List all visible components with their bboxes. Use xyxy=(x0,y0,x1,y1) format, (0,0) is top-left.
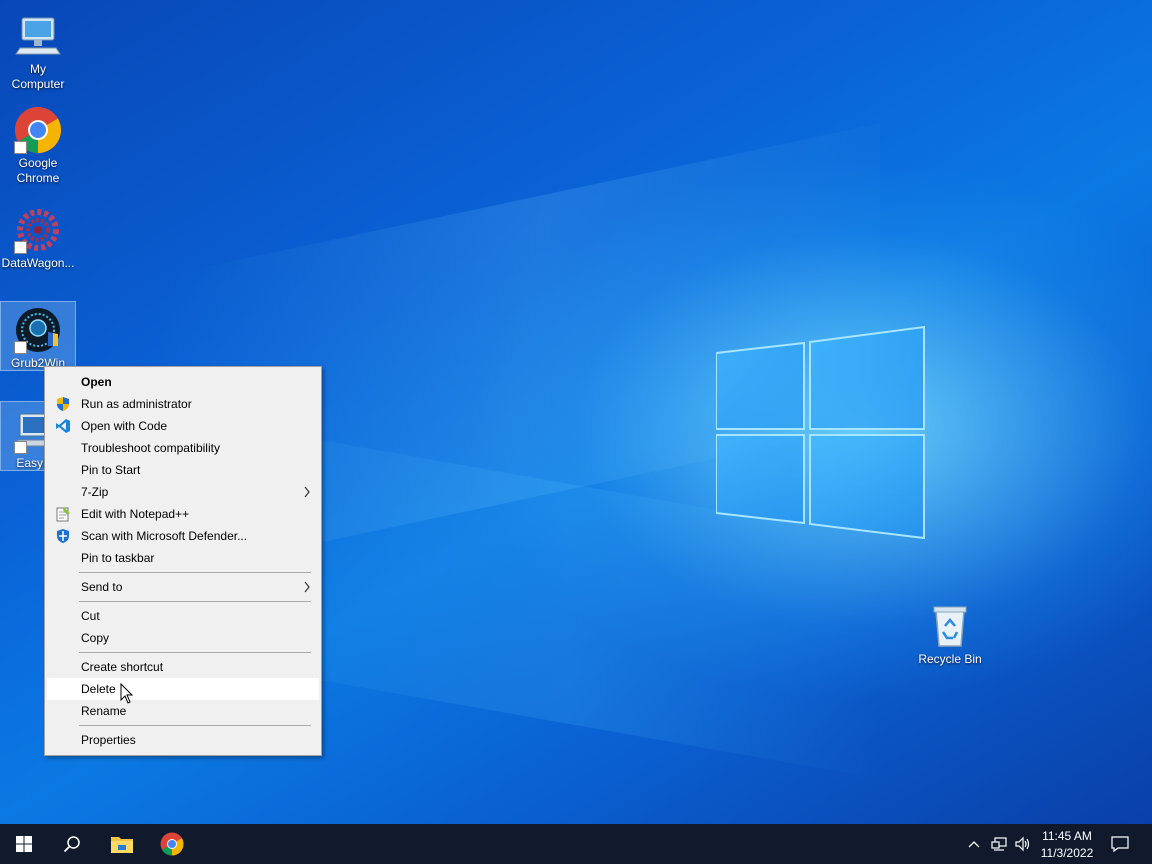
file-explorer-button[interactable] xyxy=(98,824,146,864)
network-icon xyxy=(991,837,1007,851)
menu-item-send-to[interactable]: Send to xyxy=(47,576,319,598)
menu-item-scan-with-microsoft-defender[interactable]: Scan with Microsoft Defender... xyxy=(47,525,319,547)
menu-item-properties[interactable]: Properties xyxy=(47,729,319,751)
menu-separator xyxy=(79,572,311,573)
menu-item-delete[interactable]: Delete xyxy=(47,678,319,700)
menu-item-create-shortcut[interactable]: Create shortcut xyxy=(47,656,319,678)
menu-item-label: Open xyxy=(81,375,112,389)
menu-item-label: Pin to taskbar xyxy=(81,551,155,565)
clock-time: 11:45 AM xyxy=(1042,829,1092,843)
menu-item-troubleshoot-compatibility[interactable]: Troubleshoot compatibility xyxy=(47,437,319,459)
menu-item-label: Cut xyxy=(81,609,100,623)
desktop-icon-datawagon[interactable]: DataWagon... xyxy=(1,202,75,271)
desktop-icon-label: Google Chrome xyxy=(16,156,60,185)
notepad-plus-plus-icon xyxy=(55,506,71,522)
desktop-icon-my-computer[interactable]: My Computer xyxy=(1,8,75,92)
notifications-icon xyxy=(1111,836,1129,852)
menu-item-label: Pin to Start xyxy=(81,463,141,477)
shortcut-arrow-icon xyxy=(14,341,27,354)
chrome-taskbar-button[interactable] xyxy=(148,824,196,864)
menu-item-label: Delete xyxy=(81,682,116,696)
volume-icon xyxy=(1015,836,1030,852)
menu-item-label: Create shortcut xyxy=(81,660,164,674)
menu-item-label: Copy xyxy=(81,631,110,645)
desktop-icon-label: DataWagon... xyxy=(1,256,75,270)
chevron-right-icon xyxy=(303,576,311,605)
desktop-icon-grub2win[interactable]: Grub2Win xyxy=(0,301,76,371)
shortcut-arrow-icon xyxy=(14,441,27,454)
computer-icon xyxy=(14,12,62,60)
windows-logo-wallpaper xyxy=(716,325,925,540)
menu-item-pin-to-start[interactable]: Pin to Start xyxy=(47,459,319,481)
menu-item-label: Scan with Microsoft Defender... xyxy=(81,529,248,543)
menu-item-label: 7-Zip xyxy=(81,485,109,499)
start-button[interactable] xyxy=(0,824,48,864)
desktop-icon-google-chrome[interactable]: Google Chrome xyxy=(1,102,75,186)
show-hidden-icons-button[interactable] xyxy=(964,824,984,864)
menu-item-label: Properties xyxy=(81,733,136,747)
grub2win-icon xyxy=(14,306,62,354)
shortcut-arrow-icon xyxy=(14,141,27,154)
menu-item-cut[interactable]: Cut xyxy=(47,605,319,627)
menu-item-edit-with-notepad-plus-plus[interactable]: Edit with Notepad++ xyxy=(47,503,319,525)
menu-item-label: Open with Code xyxy=(81,419,168,433)
clock-date: 11/3/2022 xyxy=(1040,846,1094,860)
search-button[interactable] xyxy=(48,824,96,864)
chevron-up-icon xyxy=(968,841,980,848)
menu-item-open-with-code[interactable]: Open with Code xyxy=(47,415,319,437)
desktop-icon-label: Recycle Bin xyxy=(918,652,982,666)
recycle-bin-icon xyxy=(926,602,974,650)
menu-separator xyxy=(79,601,311,602)
menu-separator xyxy=(79,725,311,726)
vscode-icon xyxy=(55,418,71,434)
shortcut-arrow-icon xyxy=(14,241,27,254)
menu-item-copy[interactable]: Copy xyxy=(47,627,319,649)
menu-separator xyxy=(79,652,311,653)
system-clock[interactable]: 11:45 AM 11/3/2022 xyxy=(1034,828,1100,862)
network-button[interactable] xyxy=(988,824,1010,864)
taskbar: 11:45 AM 11/3/2022 xyxy=(0,824,1152,864)
start-icon xyxy=(16,836,32,852)
search-icon xyxy=(63,836,80,853)
shield-icon xyxy=(55,396,71,412)
file-explorer-icon xyxy=(111,837,133,853)
mouse-cursor-icon xyxy=(120,683,134,704)
menu-item-label: Run as administrator xyxy=(81,397,192,411)
menu-item-label: Send to xyxy=(81,580,123,594)
menu-item-label: Edit with Notepad++ xyxy=(81,507,190,521)
defender-icon xyxy=(55,528,71,544)
menu-item-label: Troubleshoot compatibility xyxy=(81,441,220,455)
desktop-icon-recycle-bin[interactable]: Recycle Bin xyxy=(912,598,988,667)
menu-item-open[interactable]: Open xyxy=(47,371,319,393)
menu-item-rename[interactable]: Rename xyxy=(47,700,319,722)
desktop-icon-label: My Computer xyxy=(11,62,65,91)
menu-item-7-zip[interactable]: 7-Zip xyxy=(47,481,319,503)
context-menu: Open Run as administrator Open with Code… xyxy=(44,366,322,756)
action-center-button[interactable] xyxy=(1104,824,1136,864)
menu-item-run-as-administrator[interactable]: Run as administrator xyxy=(47,393,319,415)
volume-button[interactable] xyxy=(1012,824,1034,864)
chrome-icon xyxy=(14,106,62,154)
menu-item-pin-to-taskbar[interactable]: Pin to taskbar xyxy=(47,547,319,569)
menu-item-label: Rename xyxy=(81,704,127,718)
datawagon-icon xyxy=(14,206,62,254)
chrome-icon xyxy=(160,832,184,856)
